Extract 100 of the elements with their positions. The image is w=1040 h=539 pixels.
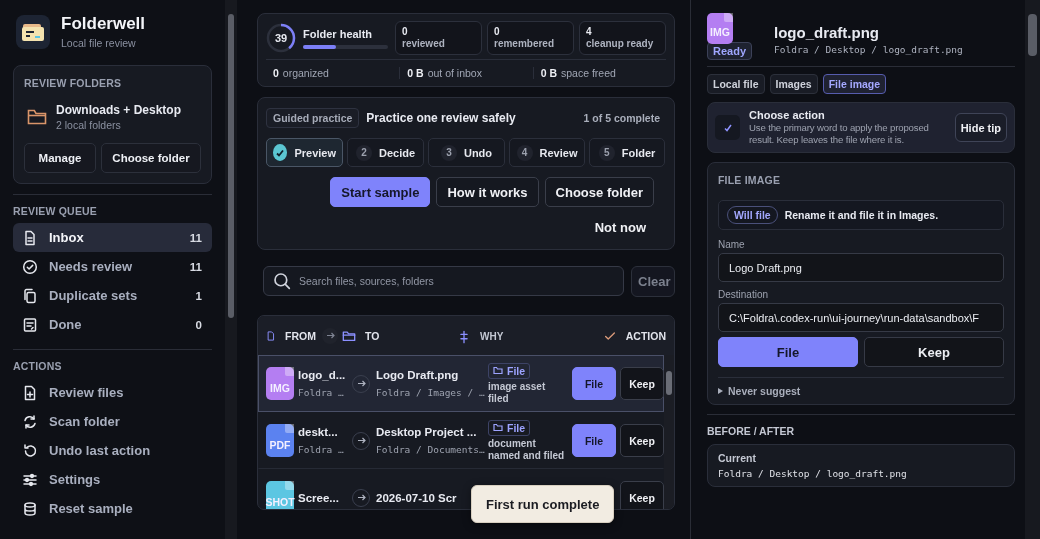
section-heading: BEFORE / AFTER xyxy=(707,425,796,437)
practice-button[interactable]: How it works xyxy=(436,177,539,207)
undo-icon xyxy=(22,442,38,459)
refresh-icon xyxy=(22,413,38,430)
target-path: Foldra / Documents… xyxy=(376,444,484,455)
action-item[interactable]: Scan folder xyxy=(13,407,212,436)
step-tab[interactable]: 5 Folder xyxy=(589,138,665,167)
target-name: 2026-07-10 Scr xyxy=(376,491,458,504)
action-item[interactable]: Settings xyxy=(13,465,212,494)
column-header[interactable]: WHY xyxy=(457,329,557,344)
current-label: Current xyxy=(718,452,757,464)
not-now-button[interactable]: Not now xyxy=(594,220,646,235)
disclosure-toggle[interactable]: Never suggest xyxy=(718,377,1004,397)
stat-value: 0 xyxy=(402,26,409,38)
clear-button[interactable]: Clear xyxy=(631,266,675,297)
check-icon xyxy=(273,144,288,161)
app-subtitle: Local file review xyxy=(61,37,137,49)
stat-label: cleanup ready xyxy=(586,38,655,50)
keep-button[interactable]: Keep xyxy=(620,481,664,509)
source-name: Scree... xyxy=(298,491,340,504)
total-text: 0 organized xyxy=(272,67,330,79)
step-tab[interactable]: 2 Decide xyxy=(347,138,424,167)
source-path: Foldra … xyxy=(298,387,345,398)
health-label: Folder health xyxy=(303,27,374,40)
scrollbar[interactable] xyxy=(225,0,237,539)
field-label: Name xyxy=(718,239,746,250)
folder-icon xyxy=(27,108,47,126)
checkbox[interactable] xyxy=(715,115,740,140)
file-name: logo_draft.png xyxy=(774,24,881,41)
tip-text: Use the primary word to apply the proposed result. Keep leaves the file where it is. xyxy=(749,122,930,146)
check-icon xyxy=(722,122,733,133)
toast: First run complete xyxy=(471,485,615,523)
reason-text: document named and filed xyxy=(488,437,566,462)
step-tab[interactable]: Preview xyxy=(266,138,343,167)
file-type-icon: PDF xyxy=(266,424,294,457)
document-icon xyxy=(22,229,38,246)
action-item[interactable]: Reset sample xyxy=(13,494,212,523)
filter-chip[interactable]: Local file xyxy=(707,74,765,94)
target-path: Foldra / Images / … xyxy=(376,387,484,398)
action-item[interactable]: Review files xyxy=(13,378,212,407)
column-header[interactable]: TO xyxy=(342,328,451,343)
step-tab[interactable]: 4 Review xyxy=(509,138,585,167)
stat-value: 0 xyxy=(494,26,501,38)
folder-icon xyxy=(493,423,503,432)
summary-text: Rename it and file it in Images. xyxy=(784,209,939,221)
file-button[interactable]: File xyxy=(718,337,858,367)
filter-chip[interactable]: File image xyxy=(822,74,887,94)
search-icon xyxy=(273,272,291,290)
health-score: 39 xyxy=(266,23,296,53)
section-heading: ACTIONS xyxy=(13,360,63,372)
practice-chip: Guided practice xyxy=(266,108,360,128)
column-header[interactable]: ACTION xyxy=(563,328,666,343)
input-field[interactable]: C:\Foldra\.codex-run\ui-journey\run-data\sandbox\F xyxy=(718,303,1004,332)
field-label: Destination xyxy=(718,289,770,300)
file-type-icon: IMG xyxy=(266,367,294,400)
file-tag: File xyxy=(488,419,531,436)
app-logo-icon xyxy=(16,14,50,49)
queue-item[interactable]: Duplicate sets 1 xyxy=(13,281,212,310)
practice-button[interactable]: Start sample xyxy=(330,177,431,207)
stat-value: 4 xyxy=(586,26,593,38)
section-heading: FILE IMAGE xyxy=(718,174,782,186)
input-field[interactable]: Logo Draft.png xyxy=(718,253,1004,282)
practice-title: Practice one review safely xyxy=(366,111,517,125)
stat-label: reviewed xyxy=(402,38,446,50)
manage-button[interactable]: Manage xyxy=(24,143,96,173)
queue-item[interactable]: Inbox 11 xyxy=(13,223,212,252)
status-badge: Ready xyxy=(707,42,753,60)
search-field[interactable]: Search files, sources, folders xyxy=(263,266,624,296)
file-button[interactable]: File xyxy=(572,424,616,457)
queue-item[interactable]: Needs review 11 xyxy=(13,252,212,281)
hide-tip-button[interactable]: Hide tip xyxy=(954,113,1007,142)
check-circle-icon xyxy=(22,258,38,275)
file-path: Foldra / Desktop / logo_draft.png xyxy=(774,44,963,55)
filter-chip[interactable]: Images xyxy=(769,74,818,94)
section-heading: REVIEW FOLDERS xyxy=(24,77,123,89)
column-header[interactable]: FROM xyxy=(266,328,316,343)
copy-icon xyxy=(22,287,38,304)
queue-item[interactable]: Done 0 xyxy=(13,310,212,339)
folder-icon xyxy=(342,328,356,343)
total-text: 0 B out of inbox xyxy=(399,67,533,79)
stat-label: remembered xyxy=(494,38,556,50)
section-heading: REVIEW QUEUE xyxy=(13,205,99,217)
step-tab[interactable]: 3 Undo xyxy=(428,138,505,167)
source-name: deskt... xyxy=(298,426,339,438)
caret-icon xyxy=(718,388,723,394)
keep-button[interactable]: Keep xyxy=(620,424,664,457)
source-path: Foldra … xyxy=(298,444,345,455)
reason-text: image asset filed xyxy=(488,380,547,405)
action-item[interactable]: Undo last action xyxy=(13,436,212,465)
double-dagger-icon xyxy=(457,329,471,344)
choose-folder-button[interactable]: Choose folder xyxy=(101,143,201,173)
keep-button[interactable]: Keep xyxy=(864,337,1004,367)
practice-button[interactable]: Choose folder xyxy=(544,177,654,207)
target-name: Desktop Project ... xyxy=(376,426,478,438)
keep-button[interactable]: Keep xyxy=(620,367,664,400)
file-button[interactable]: File xyxy=(572,367,616,400)
scrollbar[interactable] xyxy=(1025,0,1040,539)
tip-title: Choose action xyxy=(749,109,826,121)
target-name: Logo Draft.png xyxy=(376,369,460,381)
scrollbar[interactable] xyxy=(664,355,674,509)
